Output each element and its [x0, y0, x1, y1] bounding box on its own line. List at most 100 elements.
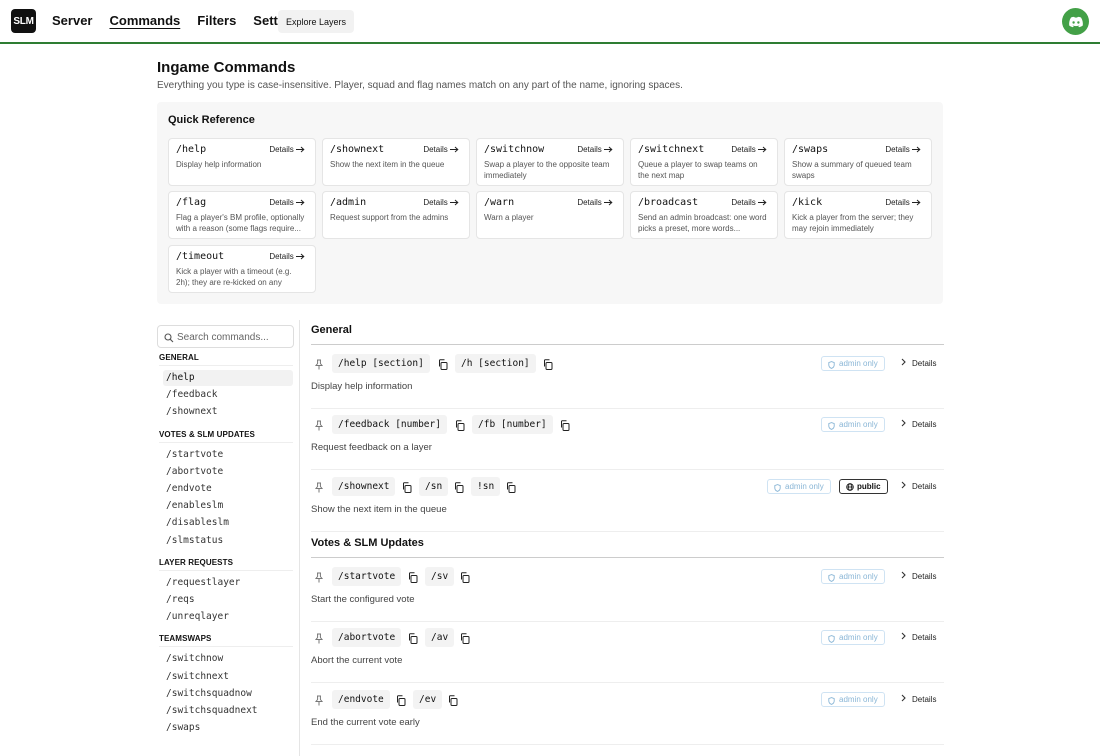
chevron-right-icon — [901, 358, 906, 368]
details-label: Details — [912, 694, 937, 704]
quick-ref-command: /switchnext — [638, 144, 705, 155]
public-badge[interactable]: public — [839, 478, 888, 494]
sidebar-item[interactable]: /enableslm — [163, 498, 293, 514]
copy-icon[interactable] — [448, 694, 458, 709]
quick-ref-command: /flag — [176, 197, 207, 208]
discord-icon[interactable] — [1062, 8, 1089, 35]
quick-ref-card[interactable]: /broadcast Details Send an admin broadcas… — [630, 191, 778, 239]
copy-icon[interactable] — [408, 632, 418, 647]
command-alias: /av — [425, 628, 455, 648]
sidebar-group-divider — [159, 441, 293, 443]
details-label: Details — [423, 145, 448, 154]
copy-icon[interactable] — [543, 358, 553, 373]
command-alias: /feedback [number] — [332, 415, 447, 435]
nav-server[interactable]: Server — [52, 13, 92, 28]
nav-commands[interactable]: Commands — [109, 13, 180, 28]
sidebar-item[interactable]: /disableslm — [163, 515, 293, 531]
quick-ref-card[interactable]: /flag Details Flag a player's BM profile,… — [168, 191, 316, 239]
quick-ref-card[interactable]: /kick Details Kick a player from the serv… — [784, 191, 932, 239]
search-input-box[interactable] — [157, 325, 294, 348]
copy-icon[interactable] — [460, 571, 470, 586]
section-divider — [311, 556, 944, 558]
quick-ref-details-link[interactable]: Details — [423, 145, 459, 154]
search-input[interactable] — [177, 330, 289, 344]
details-label: Details — [269, 252, 294, 261]
admin-only-badge: admin only — [767, 478, 831, 494]
command-description: Abort the current vote — [311, 655, 403, 667]
quick-ref-details-link[interactable]: Details — [731, 145, 767, 154]
sidebar-item[interactable]: /switchsquadnext — [163, 703, 293, 719]
details-toggle[interactable]: Details — [901, 694, 936, 704]
copy-icon[interactable] — [408, 571, 418, 586]
quick-ref-details-link[interactable]: Details — [577, 145, 613, 154]
quick-ref-card[interactable]: /help Details Display help information — [168, 138, 316, 186]
sidebar-item[interactable]: /startvote — [163, 447, 293, 463]
quick-ref-card[interactable]: /admin Details Request support from the a… — [322, 191, 470, 239]
sidebar-item[interactable]: /endvote — [163, 481, 293, 497]
pin-icon[interactable] — [314, 358, 324, 373]
section-title: Votes & SLM Updates — [311, 536, 424, 549]
quick-ref-details-link[interactable]: Details — [269, 252, 305, 261]
copy-icon[interactable] — [560, 419, 570, 434]
sidebar-item[interactable]: /switchnext — [163, 669, 293, 685]
quick-ref-card[interactable]: /swaps Details Show a summary of queued t… — [784, 138, 932, 186]
quick-ref-details-link[interactable]: Details — [731, 198, 767, 207]
quick-ref-card[interactable]: /warn Details Warn a player — [476, 191, 624, 239]
quick-ref-card[interactable]: /switchnext Details Queue a player to swa… — [630, 138, 778, 186]
quick-ref-details-link[interactable]: Details — [885, 198, 921, 207]
copy-icon[interactable] — [455, 419, 465, 434]
nav-filters[interactable]: Filters — [197, 13, 236, 28]
quick-ref-card[interactable]: /timeout Details Kick a player with a tim… — [168, 245, 316, 293]
copy-icon[interactable] — [454, 481, 464, 496]
quick-ref-details-link[interactable]: Details — [269, 198, 305, 207]
details-toggle[interactable]: Details — [901, 632, 936, 642]
sidebar-item[interactable]: /switchnow — [163, 651, 293, 667]
row-divider — [311, 469, 944, 471]
details-label: Details — [577, 145, 602, 154]
admin-only-label: admin only — [839, 571, 878, 581]
details-toggle[interactable]: Details — [901, 481, 936, 491]
quick-ref-card[interactable]: /switchnow Details Swap a player to the o… — [476, 138, 624, 186]
quick-ref-details-link[interactable]: Details — [577, 198, 613, 207]
sidebar-item[interactable]: /feedback — [163, 387, 293, 403]
explore-layers-button[interactable]: Explore Layers — [278, 10, 355, 33]
sidebar-item[interactable]: /help — [163, 370, 293, 386]
sidebar-item[interactable]: /requestlayer — [163, 575, 293, 591]
sidebar-item[interactable]: /reqs — [163, 592, 293, 608]
details-label: Details — [577, 198, 602, 207]
pin-icon[interactable] — [314, 694, 324, 709]
chevron-right-icon — [901, 481, 906, 491]
command-alias: /abortvote — [332, 628, 402, 648]
admin-only-label: admin only — [785, 481, 824, 491]
sidebar-item[interactable]: /unreqlayer — [163, 609, 293, 625]
pin-icon[interactable] — [314, 419, 324, 434]
sidebar-item[interactable]: /switchsquadnow — [163, 686, 293, 702]
pin-icon[interactable] — [314, 571, 324, 586]
quick-ref-details-link[interactable]: Details — [885, 145, 921, 154]
arrow-right-icon — [758, 146, 767, 153]
copy-icon[interactable] — [506, 481, 516, 496]
details-toggle[interactable]: Details — [901, 571, 936, 581]
details-toggle[interactable]: Details — [901, 419, 936, 429]
copy-icon[interactable] — [438, 358, 448, 373]
details-toggle[interactable]: Details — [901, 358, 936, 368]
sidebar-group-title: VOTES & SLM UPDATES — [159, 429, 255, 439]
app-logo[interactable]: SLM — [11, 9, 36, 33]
pin-icon[interactable] — [314, 481, 324, 496]
pin-icon[interactable] — [314, 632, 324, 647]
sidebar-item[interactable]: /shownext — [163, 404, 293, 420]
sidebar-item[interactable]: /slmstatus — [163, 533, 293, 549]
copy-icon[interactable] — [396, 694, 406, 709]
quick-ref-card[interactable]: /shownext Details Show the next item in t… — [322, 138, 470, 186]
sidebar-item[interactable]: /abortvote — [163, 464, 293, 480]
command-alias: /sn — [419, 476, 449, 496]
quick-ref-details-link[interactable]: Details — [423, 198, 459, 207]
quick-ref-details-link[interactable]: Details — [269, 145, 305, 154]
sidebar-group-title: LAYER REQUESTS — [159, 557, 234, 567]
copy-icon[interactable] — [402, 481, 412, 496]
command-description: Start the configured vote — [311, 593, 415, 605]
quick-ref-description: Queue a player to swap teams on the next… — [638, 160, 758, 180]
details-label: Details — [912, 420, 937, 430]
sidebar-item[interactable]: /swaps — [163, 720, 293, 736]
copy-icon[interactable] — [460, 632, 470, 647]
